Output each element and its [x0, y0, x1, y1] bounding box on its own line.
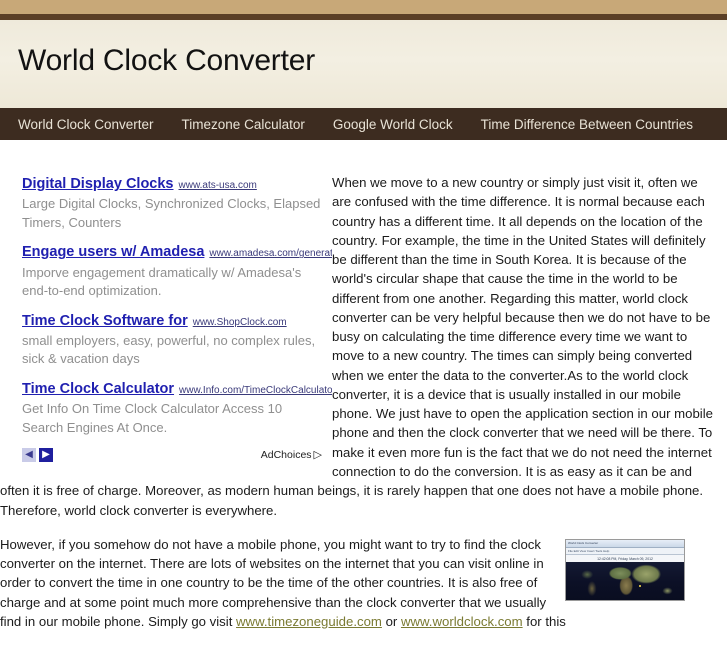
nav-item-time-difference-between-countries[interactable]: Time Difference Between Countries: [481, 117, 693, 132]
adchoices-triangle-icon: ▷: [313, 449, 322, 462]
ad-next-arrow-icon[interactable]: ▶: [39, 448, 53, 463]
article-paragraph-2-text-middle: or: [381, 613, 401, 629]
ad-description: small employers, easy, powerful, no comp…: [22, 332, 316, 367]
thumb-window-menubar: File Edit View Insert Tools Help: [566, 547, 684, 555]
ad-title-link[interactable]: Time Clock Software for: [22, 313, 188, 329]
ad-url-link[interactable]: www.ShopClock.com: [193, 317, 287, 328]
ad-url-link[interactable]: www.amadesa.com/generate-le: [209, 248, 332, 259]
ad-title-row: Time Clock Software for www.ShopClock.com: [22, 312, 332, 330]
nav-item-google-world-clock[interactable]: Google World Clock: [333, 117, 453, 132]
nav-item-world-clock-converter[interactable]: World Clock Converter: [18, 117, 154, 132]
ad-url-link[interactable]: www.Info.com/TimeClockCalculator: [179, 385, 332, 396]
timezoneguide-link[interactable]: www.timezoneguide.com: [236, 614, 382, 629]
article-paragraph-2-text-after: for this: [522, 613, 566, 629]
top-accent-bar: [0, 0, 727, 14]
adchoices-link[interactable]: AdChoices ▷: [261, 448, 322, 461]
ad-title-row: Time Clock Calculator www.Info.com/TimeCl…: [22, 380, 332, 398]
ad-unit: Engage users w/ Amadesa www.amadesa.com/g…: [22, 243, 332, 300]
worldclock-link[interactable]: www.worldclock.com: [401, 614, 523, 629]
ad-title-link[interactable]: Time Clock Calculator: [22, 381, 174, 397]
ad-unit: Time Clock Software for www.ShopClock.com…: [22, 312, 332, 369]
ad-prev-arrow-icon[interactable]: ◀: [22, 448, 36, 463]
thumb-window-titlebar: World Clock Converter: [566, 539, 684, 548]
ad-block: Digital Display Clocks www.ats-usa.com La…: [22, 175, 332, 464]
page-content: Digital Display Clocks www.ats-usa.com La…: [0, 140, 727, 646]
ad-unit: Digital Display Clocks www.ats-usa.com La…: [22, 175, 332, 232]
world-map-screenshot-thumbnail: World Clock Converter File Edit View Ins…: [565, 538, 685, 601]
ad-url-link[interactable]: www.ats-usa.com: [179, 180, 257, 191]
thumb-location-marker-icon: [639, 585, 642, 588]
nav-item-timezone-calculator[interactable]: Timezone Calculator: [182, 117, 305, 132]
site-masthead: World Clock Converter: [0, 20, 727, 108]
thumb-world-map-image: [566, 561, 684, 600]
ad-description: Imporve engagement dramatically w/ Amade…: [22, 264, 302, 299]
adchoices-label: AdChoices: [260, 449, 312, 462]
ad-title-row: Digital Display Clocks www.ats-usa.com: [22, 175, 332, 193]
ad-title-row: Engage users w/ Amadesa www.amadesa.com/g…: [22, 243, 332, 261]
main-navigation: World Clock Converter Timezone Calculato…: [0, 108, 727, 140]
ad-title-link[interactable]: Digital Display Clocks: [22, 176, 174, 192]
site-title: World Clock Converter: [18, 44, 316, 77]
ad-description: Get Info On Time Clock Calculator Access…: [22, 401, 283, 435]
ad-unit: Time Clock Calculator www.Info.com/TimeCl…: [22, 380, 332, 437]
ad-title-link[interactable]: Engage users w/ Amadesa: [22, 244, 204, 260]
ad-footer: ◀ ▶ AdChoices ▷: [22, 448, 322, 464]
ad-description: Large Digital Clocks, Synchronized Clock…: [22, 196, 321, 230]
